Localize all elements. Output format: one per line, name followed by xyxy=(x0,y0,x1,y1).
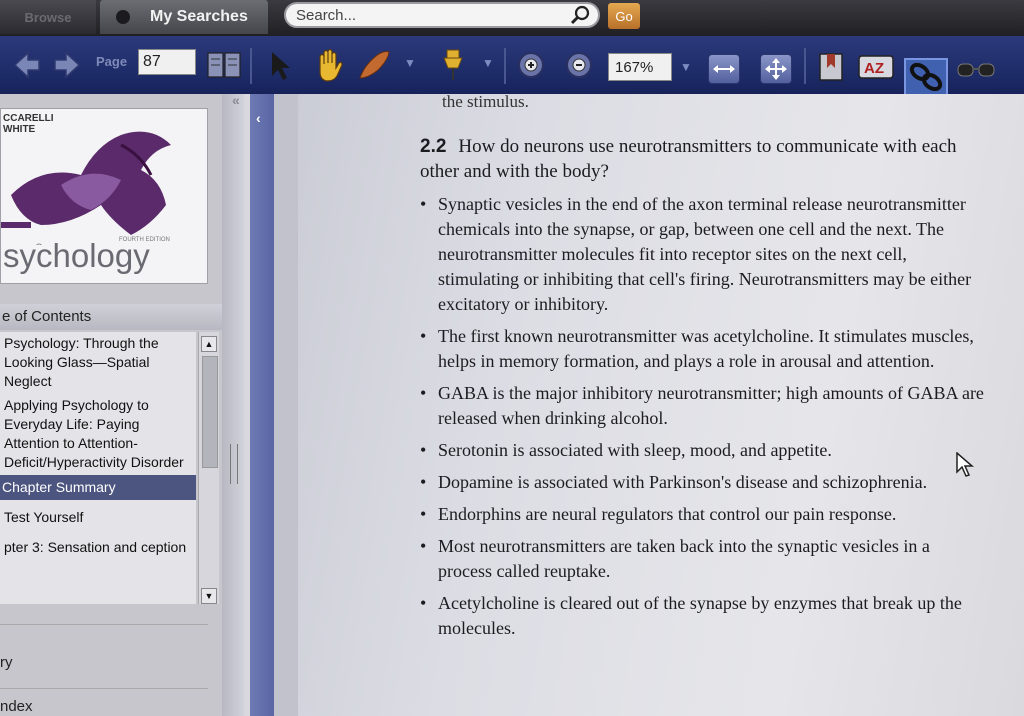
list-item: Acetylcholine is cleared out of the syna… xyxy=(418,591,988,641)
toc-list: Psychology: Through the Looking Glass—Sp… xyxy=(0,332,196,604)
zoom-dropdown-icon[interactable]: ▼ xyxy=(680,60,692,74)
scrollbar-thumb[interactable] xyxy=(202,356,218,468)
sidebar: CCARELLI WHITE sychology FOURTH EDITION … xyxy=(0,94,230,716)
zoom-out-icon[interactable] xyxy=(564,50,594,80)
zoom-level-input[interactable] xyxy=(608,53,672,81)
fit-page-icon[interactable] xyxy=(760,54,792,84)
cover-art xyxy=(1,131,171,245)
mouse-cursor-icon xyxy=(956,452,974,477)
toolbar-divider xyxy=(250,48,252,84)
list-item: Most neurotransmitters are taken back in… xyxy=(418,534,988,584)
tab-browse[interactable]: Browse xyxy=(0,0,96,34)
zoom-in-icon[interactable] xyxy=(516,50,546,80)
highlighter-icon[interactable] xyxy=(356,48,392,82)
list-item: Serotonin is associated with sleep, mood… xyxy=(418,438,988,463)
toc-item[interactable]: Psychology: Through the Looking Glass—Sp… xyxy=(0,332,196,394)
top-bar: Browse My Searches Go xyxy=(0,0,1024,36)
svg-text:AZ: AZ xyxy=(864,60,884,77)
divider xyxy=(0,624,208,625)
page-number-input[interactable] xyxy=(138,49,196,75)
toolbar-divider xyxy=(504,48,506,84)
chevron-left-icon: ‹ xyxy=(256,110,261,126)
scroll-up-icon[interactable]: ▲ xyxy=(201,336,217,352)
toc-heading[interactable]: e of Contents xyxy=(0,304,224,330)
sidebar-toggle[interactable]: ‹ xyxy=(250,94,274,716)
summary-list: Synaptic vesicles in the end of the axon… xyxy=(418,192,988,648)
splitter-grip[interactable] xyxy=(230,444,238,484)
toc-item[interactable]: Test Yourself xyxy=(0,500,196,530)
two-page-view-icon[interactable] xyxy=(206,50,242,80)
section-number: 2.2 xyxy=(420,136,447,157)
go-button[interactable]: Go xyxy=(608,3,640,29)
search-box[interactable] xyxy=(284,2,600,28)
sidebar-link-index[interactable]: ndex xyxy=(0,698,33,715)
bookmark-icon[interactable] xyxy=(818,52,844,82)
fit-width-icon[interactable] xyxy=(708,54,740,84)
page-label: Page xyxy=(96,54,128,69)
previous-text-tail: the stimulus. xyxy=(442,92,529,111)
cover-edition: FOURTH EDITION xyxy=(119,237,170,243)
select-arrow-icon[interactable] xyxy=(268,50,292,82)
pin-dropdown-icon[interactable]: ▼ xyxy=(482,56,494,70)
list-item: Dopamine is associated with Parkinson's … xyxy=(418,470,988,495)
toc-item[interactable]: pter 3: Sensation and ception xyxy=(0,530,196,560)
link-button[interactable] xyxy=(904,58,948,96)
search-icon[interactable] xyxy=(570,4,592,26)
glasses-icon[interactable] xyxy=(956,58,996,82)
collapse-sidebar-icon[interactable]: « xyxy=(232,92,240,108)
book-page: the stimulus. 2.2 How do neurons use neur… xyxy=(298,92,1024,716)
tab-my-searches-label: My Searches xyxy=(150,8,248,25)
list-item: Synaptic vesicles in the end of the axon… xyxy=(418,192,988,317)
list-item: The first known neurotransmitter was ace… xyxy=(418,324,988,374)
sidebar-splitter[interactable] xyxy=(222,94,244,716)
toolbar-divider xyxy=(804,48,806,84)
highlighter-dropdown-icon[interactable]: ▼ xyxy=(404,56,416,70)
link-icon xyxy=(909,62,943,92)
search-input[interactable] xyxy=(286,5,570,25)
text-size-icon[interactable]: AZ xyxy=(858,54,894,80)
section-question: How do neurons use neurotransmitters to … xyxy=(420,136,957,182)
prev-page-icon[interactable] xyxy=(12,50,42,80)
book-cover[interactable]: CCARELLI WHITE sychology FOURTH EDITION xyxy=(0,108,208,284)
section-heading: 2.2 How do neurons use neurotransmitters … xyxy=(420,134,980,184)
toc-item-selected[interactable]: Chapter Summary xyxy=(0,475,196,500)
sidebar-link-glossary[interactable]: ry xyxy=(0,654,13,671)
pin-icon[interactable] xyxy=(438,48,468,82)
my-searches-icon xyxy=(116,10,130,24)
next-page-icon[interactable] xyxy=(52,50,82,80)
divider xyxy=(0,688,208,689)
page-gutter xyxy=(274,94,300,716)
hand-icon[interactable] xyxy=(312,48,348,82)
tab-my-searches[interactable]: My Searches xyxy=(100,0,268,34)
toc-item[interactable]: Applying Psychology to Everyday Life: Pa… xyxy=(0,394,196,475)
scroll-down-icon[interactable]: ▼ xyxy=(201,588,217,604)
list-item: Endorphins are neural regulators that co… xyxy=(418,502,988,527)
toc-scrollbar[interactable]: ▲ ▼ xyxy=(198,332,219,604)
toolbar: Page ▼ ▼ ▼ xyxy=(0,36,1024,96)
list-item: GABA is the major inhibitory neurotransm… xyxy=(418,381,988,431)
